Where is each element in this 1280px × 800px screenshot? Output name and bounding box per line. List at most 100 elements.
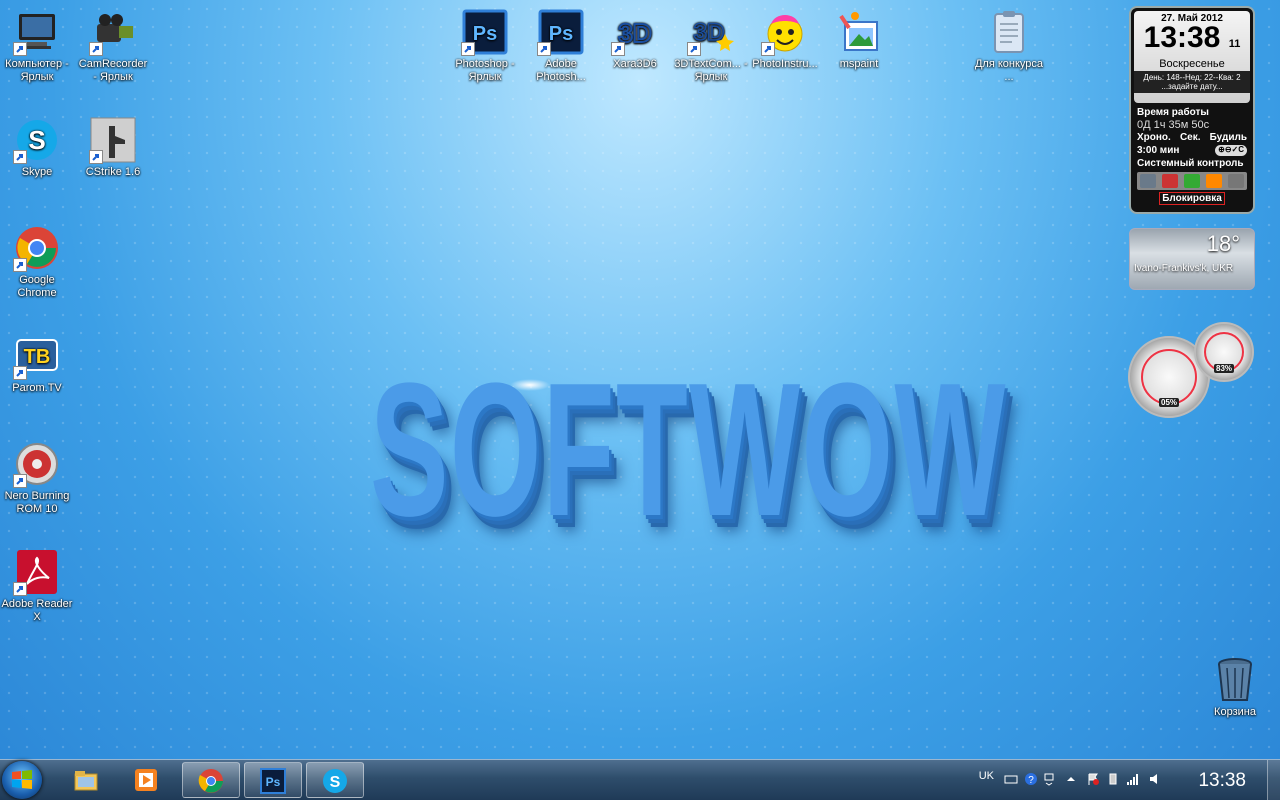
desktop-icon-label: Google Chrome (17, 274, 57, 299)
clock-seconds: 11 (1228, 38, 1241, 50)
clock-time: 13:38 11 (1137, 21, 1247, 58)
desktop-icon-3dtextcom[interactable]: 3D 3DTextCom... - Ярлык (674, 8, 748, 84)
shortcut-arrow-icon (13, 42, 27, 56)
desktop-icon-parom-tv[interactable]: TB Parom.TV (0, 332, 74, 395)
skype-icon: S (323, 769, 347, 793)
desktop-icon-dlya-konkursa[interactable]: Для конкурса ... (972, 8, 1046, 84)
help-icon[interactable]: ? (1024, 772, 1038, 786)
restart-icon[interactable] (1162, 174, 1178, 188)
shortcut-arrow-icon (687, 42, 701, 56)
ram-meter[interactable]: 83% (1194, 322, 1254, 382)
desktop-icon-cstrike[interactable]: CStrike 1.6 (76, 116, 150, 179)
svg-text:?: ? (1028, 775, 1034, 786)
safely-remove-hardware-icon[interactable] (1106, 772, 1120, 786)
taskbar-clock[interactable]: 13:38 (1198, 770, 1246, 792)
desktop-icon-adobe-photoshop[interactable]: Ps Adobe Photosh... (524, 8, 598, 84)
desktop-icon-mspaint[interactable]: mspaint (822, 8, 896, 71)
shortcut-arrow-icon (461, 42, 475, 56)
desktop-icon-chrome[interactable]: Google Chrome (0, 224, 74, 300)
taskbar-chrome[interactable] (182, 762, 240, 798)
desktop-icon-photoshop-shortcut[interactable]: Ps Photoshop - Ярлык (448, 8, 522, 84)
shortcut-arrow-icon (89, 42, 103, 56)
shortcut-arrow-icon (537, 42, 551, 56)
show-hidden-icons-chevron-up-icon[interactable] (1064, 772, 1078, 786)
network-signal-icon[interactable] (1126, 772, 1140, 786)
clock-info: День: 148--Нед: 22--Ква: 2 ...задайте да… (1134, 71, 1250, 93)
cpu-dial (1140, 348, 1198, 406)
shortcut-arrow-icon (761, 42, 775, 56)
taskbar-photoshop[interactable]: Ps (244, 762, 302, 798)
desktop-icon-label: Nero Burning ROM 10 (4, 490, 70, 515)
windows-logo-icon (12, 770, 32, 789)
desktop-icon-label: Для конкурса ... (974, 58, 1044, 83)
clipboard-icon (994, 11, 1024, 53)
shortcut-arrow-icon (13, 366, 27, 380)
shortcut-arrow-icon (89, 150, 103, 164)
desktop-icon-label: Adobe Reader X (1, 598, 73, 623)
show-desktop-button[interactable] (1267, 760, 1280, 800)
seconds-button[interactable]: Сек. (1180, 132, 1201, 143)
svg-text:TB: TB (24, 346, 51, 368)
desktop-icon-label: Parom.TV (12, 382, 62, 394)
clock-weekday: Воскресенье (1159, 58, 1225, 70)
cpu-value: 05% (1158, 398, 1180, 407)
uptime-label: Время работы (1137, 107, 1209, 118)
desktop-icon-label: Adobe Photosh... (536, 58, 586, 83)
taskbar: Ps S UK ? 13:38 (0, 759, 1280, 800)
clock-info-line1: День: 148--Нед: 22--Ква: 2 (1143, 73, 1241, 82)
language-indicator[interactable]: UK (979, 770, 994, 782)
desktop-icon-label: Photoshop - Ярлык (455, 58, 515, 83)
desktop-icon-label: CStrike 1.6 (85, 166, 141, 178)
desktop-icon-skype[interactable]: S Skype (0, 116, 74, 179)
action-center-flag-icon[interactable] (1086, 772, 1100, 786)
chrome-icon (198, 769, 223, 793)
sleep-icon[interactable] (1184, 174, 1200, 188)
weather-gadget[interactable]: 18° Ivano-Frankivs'k, UKR (1129, 228, 1255, 290)
clock-gadget[interactable]: 27. Май 2012 13:38 11 Воскресенье День: … (1129, 6, 1255, 214)
alarm-button[interactable]: Будиль (1210, 132, 1247, 143)
chrono-row: Хроно. Сек. Будиль (1131, 131, 1253, 144)
desktop-icon-computer[interactable]: Компьютер - Ярлык (0, 8, 74, 84)
volume-speaker-icon[interactable] (1148, 772, 1162, 786)
desktop-icon-photoinstrument[interactable]: PhotoInstru... (748, 8, 822, 71)
start-button[interactable] (2, 761, 42, 799)
svg-text:Ps: Ps (473, 23, 497, 45)
desktop-icon-xara3d[interactable]: 3D Xara3D6 (598, 8, 672, 71)
taskbar-explorer[interactable] (58, 762, 116, 798)
desktop-icon-camrecorder[interactable]: CamRecorder - Ярлык (76, 8, 150, 84)
desktop-icon-recycle-bin[interactable]: Корзина (1198, 656, 1272, 719)
explorer-icon (74, 771, 98, 791)
svg-text:Ps: Ps (549, 23, 573, 45)
clock-time-value: 13:38 (1143, 21, 1221, 54)
shutdown-icon[interactable] (1140, 174, 1156, 188)
timer-controls-icon[interactable]: ⊕⊖✓C (1215, 145, 1247, 156)
shortcut-arrow-icon (13, 582, 27, 596)
uptime-value: 0Д 1ч 35м 50с (1137, 119, 1210, 131)
chrono-button[interactable]: Хроно. (1137, 132, 1171, 143)
timer-row: 3:00 мин ⊕⊖✓C (1131, 144, 1253, 157)
system-control-buttons (1137, 172, 1247, 190)
taskbar-media-player[interactable] (118, 762, 176, 798)
weather-temp: 18° (1206, 231, 1240, 256)
desktop-icon-label: Корзина (1214, 706, 1256, 718)
desktop-icon-label: 3DTextCom... - Ярлык (674, 58, 748, 83)
keyboard-icon[interactable] (1004, 772, 1018, 786)
ram-value: 83% (1213, 364, 1235, 373)
clock-info-line2[interactable]: ...задайте дату... (1134, 82, 1250, 91)
language-bar-options-icon[interactable] (1042, 772, 1056, 786)
photoshop-icon: Ps (260, 768, 286, 794)
lock-icon[interactable] (1206, 174, 1222, 188)
taskbar-skype[interactable]: S (306, 762, 364, 798)
timer-value[interactable]: 3:00 мин (1137, 145, 1179, 156)
logoff-icon[interactable] (1228, 174, 1244, 188)
desktop-icon-label: mspaint (839, 58, 879, 70)
wallpaper-logo: SOFTWOW (370, 355, 1030, 585)
svg-text:Ps: Ps (266, 775, 281, 789)
desktop-icon-label: Xara3D6 (613, 58, 657, 70)
clock-panel: 27. Май 2012 13:38 11 Воскресенье День: … (1134, 11, 1250, 103)
media-player-icon (135, 769, 157, 791)
desktop-icon-adobe-reader[interactable]: Adobe Reader X (0, 548, 74, 624)
desktop-icon-nero[interactable]: Nero Burning ROM 10 (0, 440, 74, 516)
lock-button[interactable]: Блокировка (1159, 192, 1225, 205)
svg-text:S: S (330, 774, 341, 791)
